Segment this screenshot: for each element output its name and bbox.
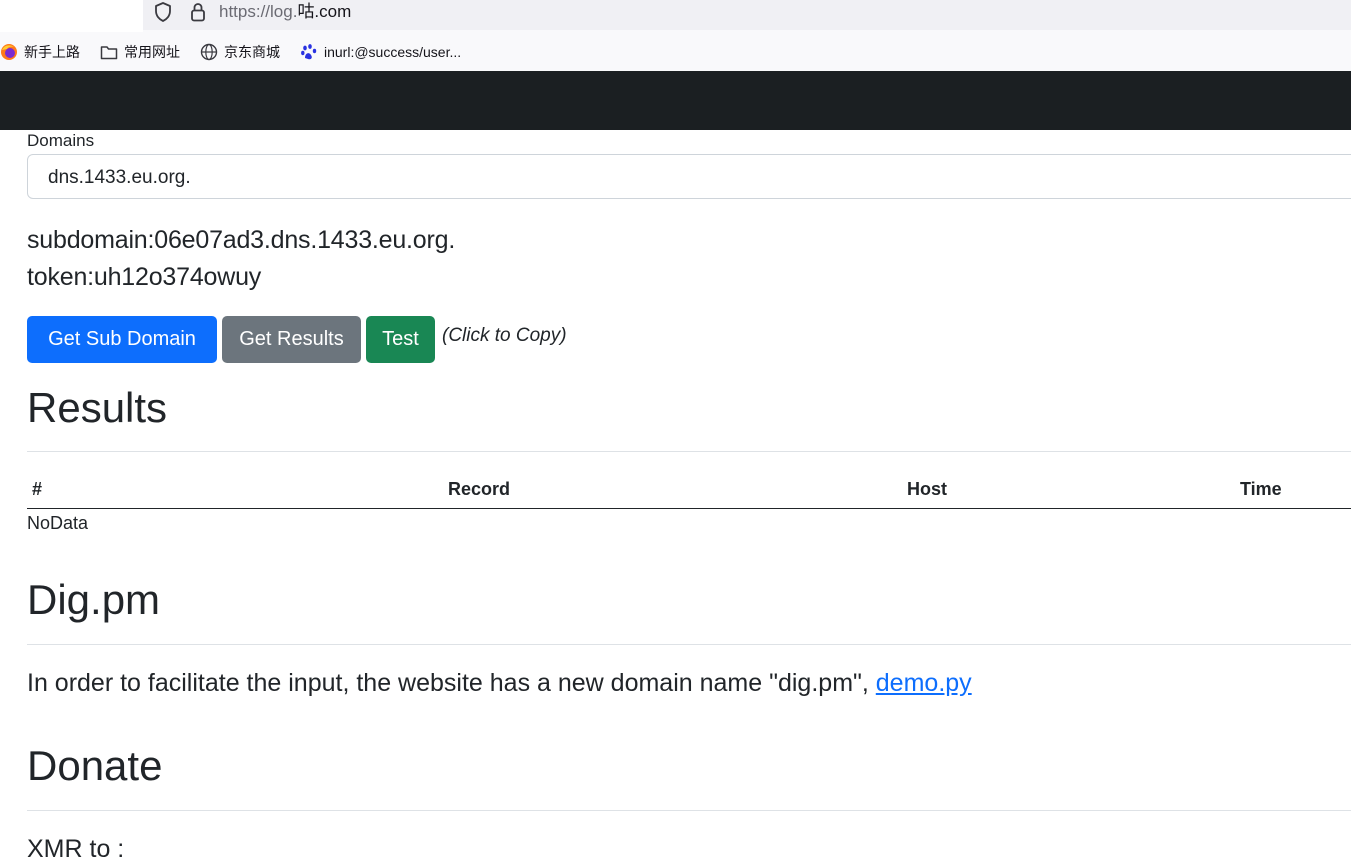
digpm-text: In order to facilitate the input, the we… xyxy=(27,669,876,697)
subdomain-text[interactable]: subdomain:06e07ad3.dns.1433.eu.org. xyxy=(27,226,455,255)
domains-label: Domains xyxy=(27,131,95,150)
shield-icon[interactable] xyxy=(152,0,174,24)
globe-icon xyxy=(200,43,218,61)
url-host: 咕.com xyxy=(297,2,352,21)
url-prefix: https://log. xyxy=(219,2,298,21)
col-header-time: Time xyxy=(1240,479,1282,499)
table-header-border xyxy=(27,508,1351,509)
bookmark-label: 常用网址 xyxy=(124,44,180,60)
bookmark-label: 新手上路 xyxy=(24,44,80,60)
bookmarks-toolbar: 新手上路 常用网址 京东商城 inurl:@success/user... xyxy=(0,32,1351,72)
bookmark-label: inurl:@success/user... xyxy=(324,44,462,60)
click-to-copy-hint: (Click to Copy) xyxy=(442,325,567,346)
col-header-index: # xyxy=(32,479,43,499)
test-button[interactable]: Test xyxy=(366,316,435,363)
bookmark-item-jd[interactable]: 京东商城 xyxy=(200,42,280,62)
get-sub-domain-button[interactable]: Get Sub Domain xyxy=(27,316,217,363)
results-divider xyxy=(27,451,1351,452)
bookmark-item-newbie[interactable]: 新手上路 xyxy=(0,42,80,62)
token-text[interactable]: token:uh12o374owuy xyxy=(27,263,261,292)
donate-heading: Donate xyxy=(27,742,163,789)
baidu-paw-icon xyxy=(300,43,318,61)
col-header-record: Record xyxy=(448,479,511,499)
site-navbar xyxy=(0,71,1351,130)
domains-selected-value: dns.1433.eu.org. xyxy=(48,167,191,188)
url-text[interactable]: https://log.咕.com xyxy=(219,1,351,23)
bookmark-item-inurl[interactable]: inurl:@success/user... xyxy=(300,42,461,62)
digpm-divider xyxy=(27,644,1351,645)
donate-divider xyxy=(27,810,1351,811)
bookmark-item-common-sites[interactable]: 常用网址 xyxy=(100,42,180,62)
results-empty-text: NoData xyxy=(27,513,89,533)
demo-py-link[interactable]: demo.py xyxy=(876,669,972,697)
firefox-icon xyxy=(0,43,18,61)
digpm-heading: Dig.pm xyxy=(27,576,161,623)
lock-icon[interactable] xyxy=(187,0,209,24)
folder-icon xyxy=(100,43,118,61)
results-heading: Results xyxy=(27,384,168,431)
browser-url-bar: https://log.咕.com xyxy=(0,0,1351,32)
get-results-button[interactable]: Get Results xyxy=(222,316,361,363)
domains-select[interactable]: dns.1433.eu.org. xyxy=(27,154,1351,199)
tab-strip-area xyxy=(0,0,143,32)
digpm-paragraph: In order to facilitate the input, the we… xyxy=(27,669,972,698)
col-header-host: Host xyxy=(907,479,947,499)
bookmark-label: 京东商城 xyxy=(224,44,280,60)
